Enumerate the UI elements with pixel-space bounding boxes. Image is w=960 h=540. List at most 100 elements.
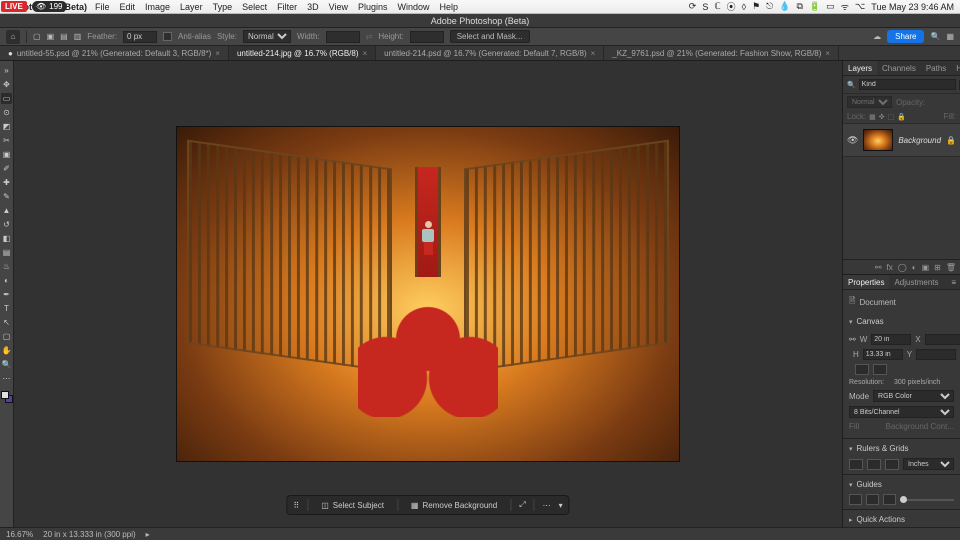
tab-adjustments[interactable]: Adjustments (889, 275, 943, 289)
quick-actions-header[interactable]: ▸Quick Actions (843, 512, 960, 527)
doc-tab-3[interactable]: untitled-214.psd @ 16.7% (Generated: Def… (376, 46, 604, 60)
layer-row-background[interactable]: 👁 Background 🔒 (843, 124, 960, 157)
menu-image[interactable]: Image (145, 2, 170, 12)
mask-icon[interactable]: ◯ (898, 263, 907, 272)
chevron-right-icon[interactable]: ▸ (146, 530, 150, 539)
select-subject-button[interactable]: ◫Select Subject (316, 499, 389, 512)
wifi-icon[interactable]: ᯤ (841, 0, 849, 13)
adobe-icon[interactable]: ◊ (742, 2, 746, 12)
link-layers-icon[interactable]: ⚯ (875, 263, 882, 272)
close-icon[interactable]: × (215, 49, 220, 58)
menu-select[interactable]: Select (242, 2, 267, 12)
record-icon[interactable]: ⦿ (727, 0, 736, 13)
canvas-height-input[interactable] (863, 349, 903, 360)
menu-filter[interactable]: Filter (277, 2, 297, 12)
selection-subtract-icon[interactable]: ▤ (60, 32, 68, 41)
collapse-icon[interactable]: ▾ (559, 501, 563, 510)
cloud-icon[interactable]: ☁ (873, 32, 881, 41)
eraser-tool[interactable]: ◧ (1, 233, 12, 244)
path-select-tool[interactable]: ↖ (1, 317, 12, 328)
search-icon[interactable]: 🔍 (930, 32, 940, 41)
tab-properties[interactable]: Properties (843, 275, 889, 289)
ruler-button-1[interactable] (849, 459, 863, 470)
doc-tab-2[interactable]: untitled-214.jpg @ 16.7% (RGB/8)× (229, 46, 376, 60)
close-icon[interactable]: × (362, 49, 367, 58)
sync-icon[interactable]: ⟳ (689, 1, 697, 12)
style-select[interactable]: Normal (243, 30, 291, 43)
control-center-icon[interactable]: ⌥ (855, 1, 865, 12)
lasso-tool[interactable]: ⊙ (1, 107, 12, 118)
selection-new-icon[interactable]: ▢ (33, 32, 41, 41)
menu-view[interactable]: View (329, 2, 348, 12)
flag-icon[interactable]: ⚑ (752, 1, 760, 12)
tab-paths[interactable]: Paths (921, 61, 951, 75)
select-and-mask-button[interactable]: Select and Mask... (450, 30, 530, 43)
healing-tool[interactable]: ✚ (1, 177, 12, 188)
tab-layers[interactable]: Layers (843, 61, 877, 75)
lock-position-icon[interactable]: ✜ (879, 113, 885, 121)
menu-type[interactable]: Type (213, 2, 233, 12)
move-tool[interactable]: ✥ (1, 79, 12, 90)
ruler-units-select[interactable]: Inches (903, 458, 954, 470)
selection-intersect-icon[interactable]: ▥ (74, 32, 82, 41)
guides-button-3[interactable] (883, 494, 896, 505)
hand-tool[interactable]: ✋ (1, 345, 12, 356)
new-layer-icon[interactable]: ⊞ (934, 263, 941, 272)
menu-layer[interactable]: Layer (180, 2, 203, 12)
more-icon[interactable]: ⋯ (543, 501, 551, 510)
more-tools[interactable]: ⋯ (1, 373, 12, 384)
menu-edit[interactable]: Edit (120, 2, 136, 12)
guides-slider[interactable] (900, 499, 954, 501)
close-icon[interactable]: × (825, 49, 830, 58)
workspace-icon[interactable]: ▦ (946, 32, 954, 41)
menu-help[interactable]: Help (440, 2, 459, 12)
crop-tool[interactable]: ✂ (1, 135, 12, 146)
menu-3d[interactable]: 3D (307, 2, 319, 12)
zoom-readout[interactable]: 16.67% (6, 530, 33, 539)
doc-info[interactable]: 20 in x 13.333 in (300 ppi) (43, 530, 136, 539)
battery-icon[interactable]: 🔋 (809, 1, 820, 12)
layer-kind-select[interactable] (859, 79, 956, 90)
zoom-tool[interactable]: 🔍 (1, 359, 12, 370)
type-tool[interactable]: T (1, 303, 12, 314)
document-image[interactable] (177, 127, 679, 461)
bits-select[interactable]: 8 Bits/Channel (849, 406, 954, 418)
contextual-task-bar[interactable]: ⠿ ◫Select Subject ▦Remove Background ⤢ ⋯… (286, 495, 569, 515)
guides-header[interactable]: ▾Guides (843, 477, 960, 492)
layer-name[interactable]: Background (898, 136, 941, 145)
clock[interactable]: Tue May 23 9:46 AM (871, 2, 954, 12)
fg-color-swatch[interactable] (1, 391, 9, 399)
menu-plugins[interactable]: Plugins (358, 2, 388, 12)
share-button[interactable]: Share (887, 30, 924, 43)
lock-nesting-icon[interactable]: ⬚ (888, 113, 895, 121)
hash-icon[interactable]: ⧉ (797, 1, 803, 12)
menu-file[interactable]: File (95, 2, 110, 12)
canvas-header[interactable]: ▾Canvas (843, 314, 960, 329)
s-icon[interactable]: S (702, 2, 708, 12)
pen-tool[interactable]: ✒ (1, 289, 12, 300)
doc-tab-1[interactable]: ●untitled-55.psd @ 21% (Generated: Defau… (0, 46, 229, 60)
guides-button-1[interactable] (849, 494, 862, 505)
dodge-tool[interactable]: ◐ (1, 275, 12, 286)
search-icon[interactable]: 🔍 (847, 81, 856, 89)
lock-all-icon[interactable]: 🔒 (897, 113, 906, 121)
panel-menu-icon[interactable]: ≡ (947, 278, 960, 287)
blur-tool[interactable]: ♨ (1, 261, 12, 272)
gradient-tool[interactable]: ▤ (1, 247, 12, 258)
history-brush-tool[interactable]: ↺ (1, 219, 12, 230)
tab-channels[interactable]: Channels (877, 61, 921, 75)
card-icon[interactable]: ▭ (826, 1, 835, 12)
portrait-button[interactable] (855, 364, 869, 375)
lock-pixels-icon[interactable]: ▦ (869, 113, 876, 121)
lock-icon[interactable]: 🔒 (946, 136, 956, 145)
adjustment-icon[interactable]: ◐ (912, 263, 917, 272)
feather-input[interactable] (123, 31, 157, 43)
drop-icon[interactable]: 💧 (779, 1, 790, 12)
eyedropper-tool[interactable]: ✐ (1, 163, 12, 174)
home-button[interactable]: ⌂ (6, 30, 20, 44)
delete-icon[interactable]: 🗑 (946, 263, 956, 272)
layer-thumbnail[interactable] (863, 129, 893, 151)
canvas-width-input[interactable] (871, 334, 911, 345)
link-wh-icon[interactable]: ⚯ (849, 335, 856, 344)
frame-tool[interactable]: ▣ (1, 149, 12, 160)
